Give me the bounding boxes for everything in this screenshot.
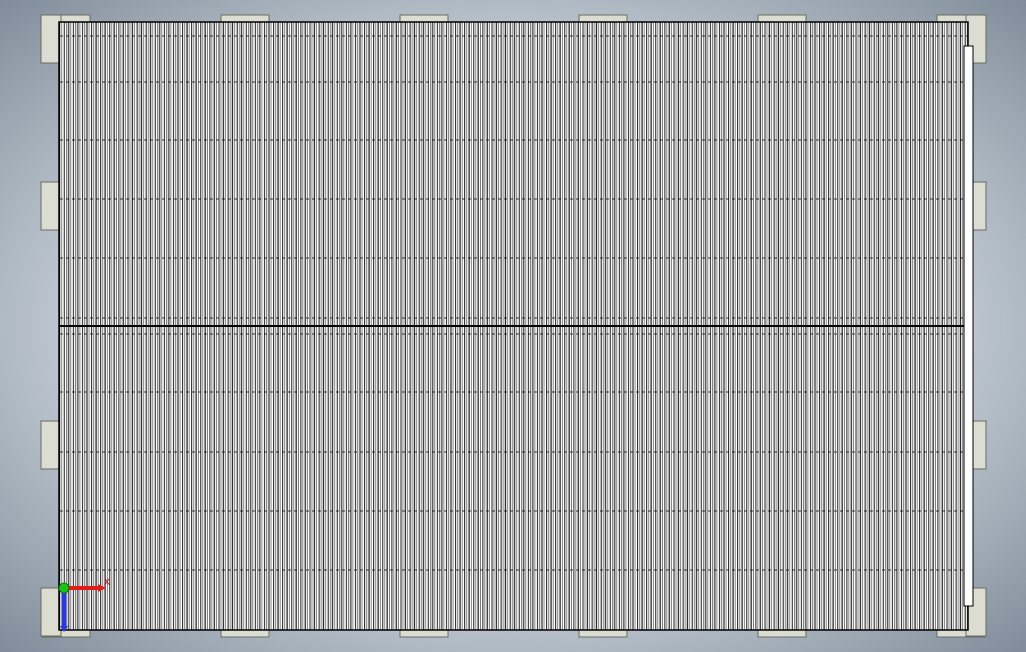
model-scene[interactable]: X — [0, 0, 1026, 652]
x-axis-label: X — [104, 578, 110, 588]
y-axis-point-icon — [58, 582, 70, 594]
left-bracket-4 — [40, 587, 62, 637]
left-bracket-2 — [40, 181, 62, 231]
side-edge-strip — [963, 45, 974, 607]
graphics-viewport[interactable]: X — [0, 0, 1026, 652]
corrugated-panel[interactable] — [58, 21, 974, 631]
left-bracket-1 — [40, 14, 62, 64]
left-bracket-3 — [40, 420, 62, 470]
